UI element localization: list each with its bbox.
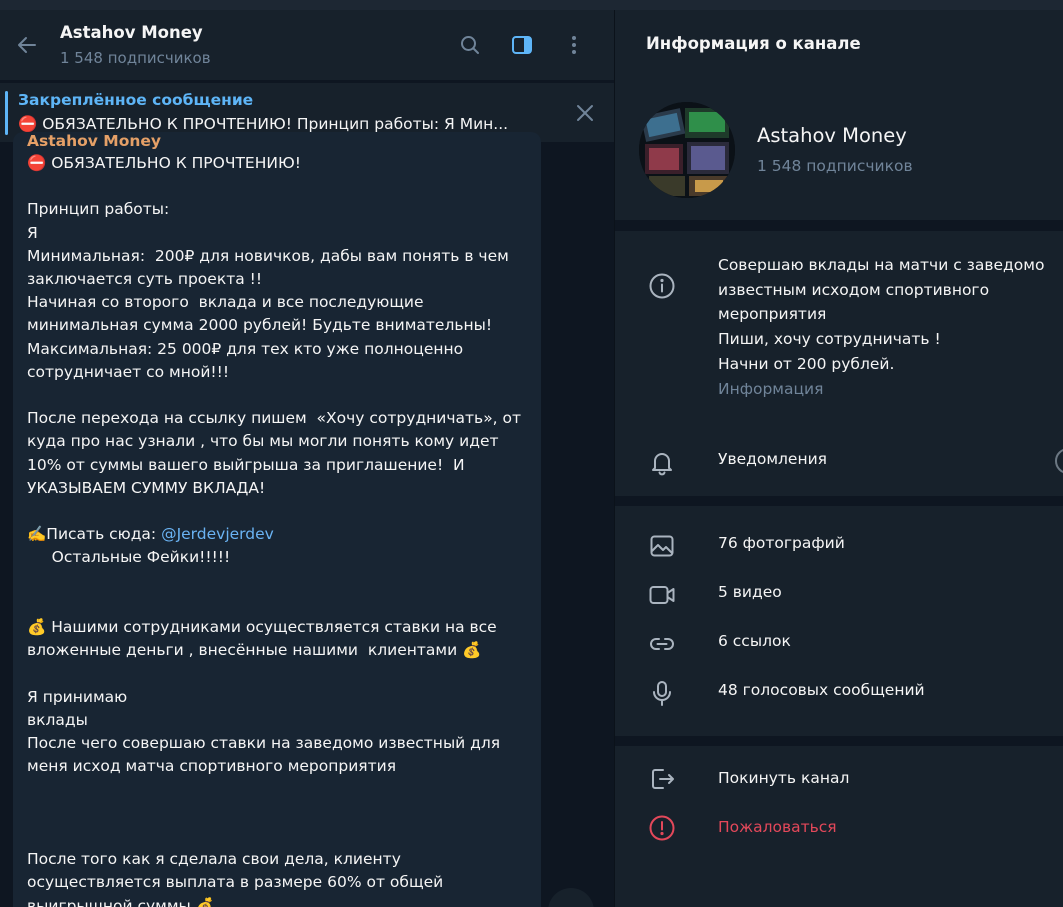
pinned-text: ⛔ ОБЯЗАТЕЛЬНО К ПРОЧТЕНИЮ! Принцип работ… xyxy=(18,115,509,133)
info-title: Информация о канале xyxy=(646,34,861,53)
link-icon xyxy=(645,627,679,661)
chat-subscriber-count: 1 548 подписчиков xyxy=(60,48,211,67)
message-text-part2: Остальные Фейки!!!!! 💰 Нашими сотрудника… xyxy=(27,548,501,907)
pinned-title: Закреплённое сообщение xyxy=(18,91,254,109)
links-row[interactable]: 6 ссылок xyxy=(615,620,1063,664)
scroll-down-button[interactable] xyxy=(548,888,594,907)
channel-name: Astahov Money xyxy=(757,124,907,147)
close-icon xyxy=(577,105,593,121)
voice-label: 48 голосовых сообщений xyxy=(718,681,925,699)
more-icon xyxy=(572,36,576,54)
back-arrow-icon xyxy=(18,37,36,53)
about-section: Совершаю вклады на матчи с заведомо изве… xyxy=(615,231,1063,496)
bell-icon xyxy=(645,446,679,480)
leave-icon xyxy=(645,762,679,796)
video-icon xyxy=(645,578,679,612)
message-bubble[interactable]: Astahov Money ⛔ ОБЯЗАТЕЛЬНО К ПРОЧТЕНИЮ!… xyxy=(13,132,541,907)
report-row[interactable]: Пожаловаться xyxy=(615,805,1063,851)
username-link[interactable]: @Jerdevjerdev xyxy=(161,525,274,543)
microphone-icon xyxy=(645,676,679,710)
window-top-strip xyxy=(0,0,1063,10)
info-icon xyxy=(645,269,679,303)
channel-info-panel: Информация о канале Astahov Money 1 548 … xyxy=(614,10,1063,907)
message-author: Astahov Money xyxy=(27,132,161,150)
chat-title: Astahov Money xyxy=(60,22,203,42)
report-label: Пожаловаться xyxy=(718,818,837,836)
links-label: 6 ссылок xyxy=(718,632,791,650)
notifications-toggle[interactable] xyxy=(1055,448,1063,474)
channel-profile: Astahov Money 1 548 подписчиков xyxy=(615,80,1063,220)
sidebar-toggle-icon xyxy=(512,36,532,54)
photo-icon xyxy=(645,529,679,563)
videos-row[interactable]: 5 видео xyxy=(615,571,1063,615)
chat-title-area[interactable]: Astahov Money 1 548 подписчиков xyxy=(54,22,444,69)
chat-header: Astahov Money 1 548 подписчиков xyxy=(0,10,614,80)
notifications-row[interactable]: Уведомления xyxy=(615,436,1063,486)
videos-label: 5 видео xyxy=(718,583,782,601)
message-text-part1: ⛔ ОБЯЗАТЕЛЬНО К ПРОЧТЕНИЮ! Принцип работ… xyxy=(27,154,522,544)
chat-pane: Astahov Money 1 548 подписчиков Закреплё… xyxy=(0,10,614,907)
channel-subscriber-count: 1 548 подписчиков xyxy=(757,157,913,175)
channel-avatar[interactable] xyxy=(639,102,735,198)
notifications-label: Уведомления xyxy=(718,450,827,468)
leave-channel-row[interactable]: Покинуть канал xyxy=(615,756,1063,802)
search-icon xyxy=(461,36,479,54)
message-text: ⛔ ОБЯЗАТЕЛЬНО К ПРОЧТЕНИЮ! Принцип работ… xyxy=(27,152,527,907)
back-button[interactable] xyxy=(0,10,54,80)
more-button[interactable] xyxy=(548,21,600,69)
avatar-image xyxy=(639,102,735,198)
description-caption: Информация xyxy=(718,380,824,398)
channel-actions-section: Покинуть канал Пожаловаться xyxy=(615,746,1063,907)
close-pinned-button[interactable] xyxy=(572,100,598,126)
photos-row[interactable]: 76 фотографий xyxy=(615,522,1063,566)
voice-row[interactable]: 48 голосовых сообщений xyxy=(615,669,1063,713)
channel-description: Совершаю вклады на матчи с заведомо изве… xyxy=(718,256,1045,373)
photos-label: 76 фотографий xyxy=(718,534,845,552)
leave-channel-label: Покинуть канал xyxy=(718,769,850,787)
shared-media-section: 76 фотографий 5 видео 6 ссылок 48 голосо… xyxy=(615,506,1063,736)
pinned-indicator xyxy=(5,91,8,135)
info-header: Информация о канале xyxy=(615,10,1063,80)
sidebar-toggle-button[interactable] xyxy=(496,21,548,69)
report-icon xyxy=(645,811,679,845)
search-button[interactable] xyxy=(444,21,496,69)
